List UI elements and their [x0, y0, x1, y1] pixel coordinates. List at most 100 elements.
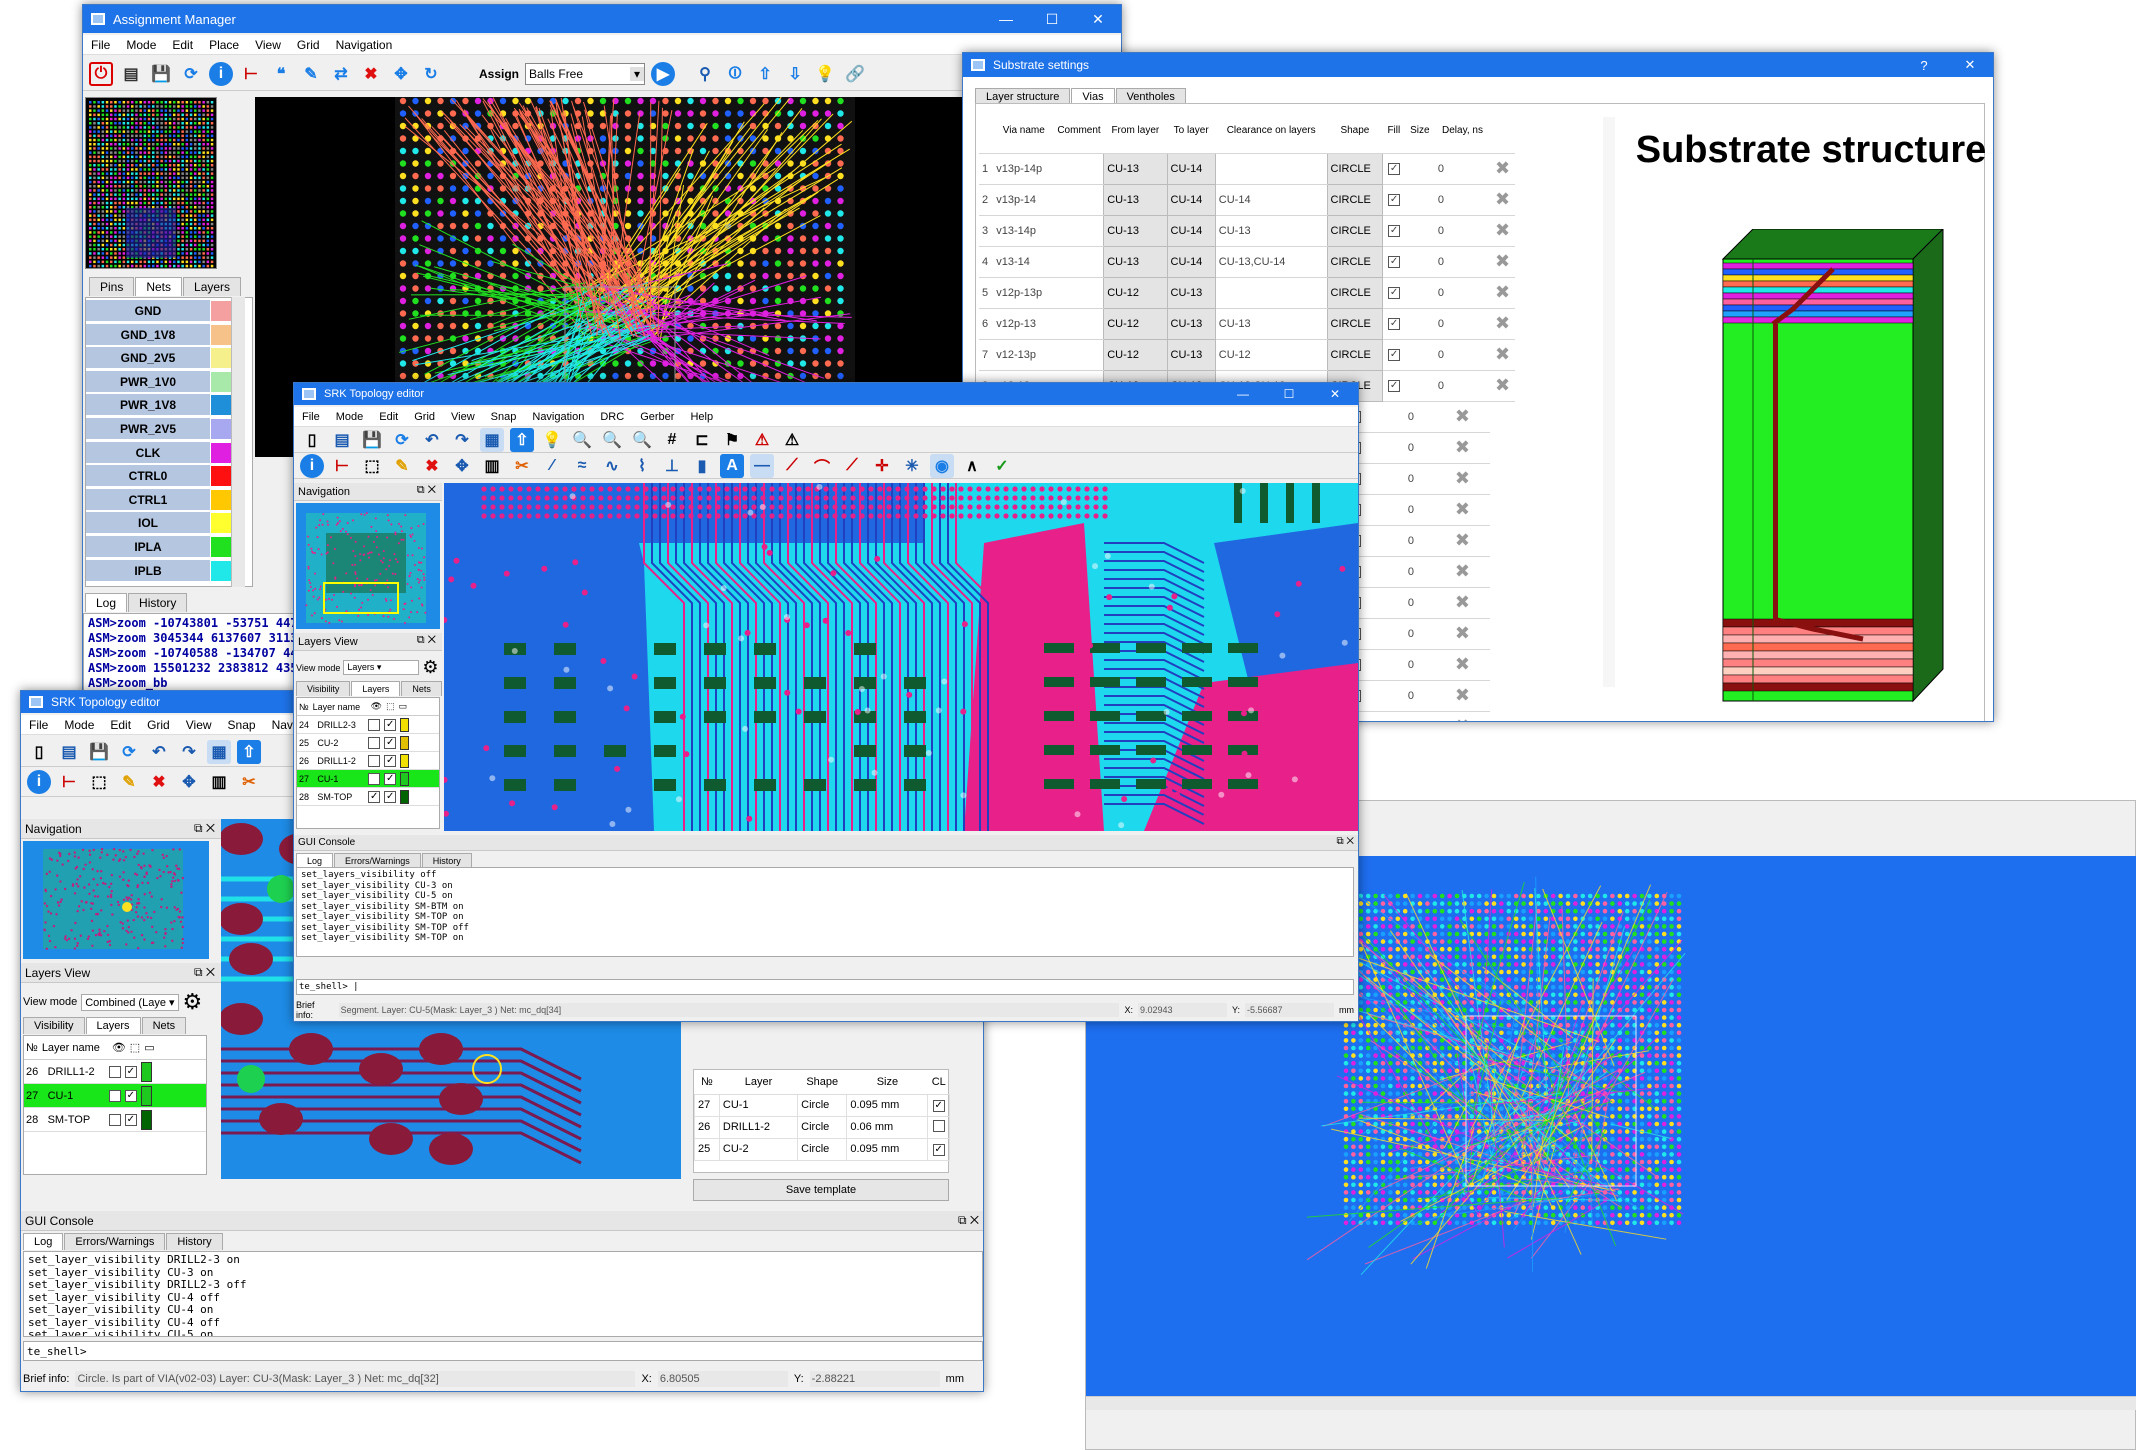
select-icon[interactable]: ⬚: [87, 770, 111, 794]
delete-row-icon[interactable]: ✖: [1434, 649, 1491, 681]
visibility-checkbox[interactable]: ✓: [368, 790, 381, 803]
info-icon[interactable]: i: [209, 61, 233, 86]
close-icon[interactable]: ⧉ ✕: [958, 1213, 979, 1228]
measure-icon[interactable]: ⊢: [330, 454, 354, 478]
save-template-button[interactable]: Save template: [693, 1179, 949, 1201]
net-row[interactable]: IOL: [86, 512, 232, 535]
net-row[interactable]: PWR_2V5: [86, 418, 232, 440]
tab-layers[interactable]: Layers: [85, 1017, 141, 1034]
layer-color-swatch[interactable]: [400, 717, 410, 732]
clearance-cell[interactable]: CU-13,CU-14: [1215, 246, 1328, 278]
delete-icon[interactable]: ✖: [147, 770, 171, 794]
size-cell[interactable]: [1404, 339, 1435, 371]
comment-cell[interactable]: [1054, 215, 1104, 247]
size-cell[interactable]: [1382, 463, 1405, 495]
clearance-cell[interactable]: CU-14: [1215, 184, 1328, 216]
enable-checkbox[interactable]: ✓: [384, 718, 397, 731]
link-icon[interactable]: 🔗: [843, 62, 867, 86]
layer-color-swatch[interactable]: [400, 789, 410, 804]
visibility-checkbox[interactable]: [108, 1113, 121, 1126]
tab-errors-warnings[interactable]: Errors/Warnings: [64, 1233, 166, 1250]
snap-icon[interactable]: ⇧: [237, 739, 261, 764]
from-layer-select[interactable]: CU-13: [1103, 152, 1168, 185]
from-layer-select[interactable]: CU-12: [1103, 338, 1168, 371]
save-icon[interactable]: 💾: [149, 62, 173, 86]
line-arc-icon[interactable]: ⌒: [810, 454, 834, 478]
close-icon[interactable]: ✕: [1075, 11, 1121, 28]
pad-snap-icon[interactable]: ◉: [930, 453, 954, 478]
te1-log-console[interactable]: set_layers_visibility off set_layer_visib…: [296, 867, 1354, 957]
tab-history[interactable]: History: [128, 593, 188, 612]
binoculars-icon[interactable]: ⚲: [693, 62, 717, 86]
delay-cell[interactable]: 0: [1404, 432, 1435, 464]
line-straight-icon[interactable]: —: [750, 453, 774, 478]
close-icon[interactable]: ⧉ ✕: [194, 965, 215, 980]
fill-checkbox-box[interactable]: ✓: [1388, 163, 1401, 175]
delete-icon[interactable]: ✖: [359, 62, 383, 86]
clearance-cell[interactable]: [1215, 277, 1328, 309]
layer-color-swatch[interactable]: [140, 1061, 152, 1082]
info-icon[interactable]: i: [300, 453, 324, 478]
layer-row[interactable]: 27 CU-1 ✓: [297, 770, 439, 788]
delay-cell[interactable]: 0: [1434, 277, 1491, 309]
undo-icon[interactable]: ↶: [147, 740, 171, 764]
delay-cell[interactable]: 0: [1434, 339, 1491, 371]
net-row[interactable]: IPLB: [86, 559, 232, 582]
import-icon[interactable]: ▤: [119, 62, 143, 86]
net-list-scrollbar[interactable]: [231, 297, 245, 587]
net-color-swatch[interactable]: [210, 300, 232, 322]
cl-checkbox-box[interactable]: [932, 1119, 945, 1132]
net-row[interactable]: PWR_1V0: [86, 370, 232, 393]
lightbulb-icon[interactable]: 💡: [813, 62, 837, 86]
template-row[interactable]: 27 CU-1 Circle 0.095 mm ✓: [694, 1093, 950, 1117]
grid-icon[interactable]: ▦: [480, 427, 504, 452]
fill-checkbox[interactable]: ✓: [1382, 370, 1405, 402]
net-color-swatch[interactable]: [210, 394, 232, 417]
fill-checkbox-box[interactable]: ✓: [1388, 318, 1401, 330]
assign-select[interactable]: Balls Free ▾: [525, 62, 646, 85]
te1-canvas[interactable]: [444, 483, 1358, 831]
via-name[interactable]: v13-14p: [993, 215, 1055, 247]
tab-log[interactable]: Log: [23, 1233, 64, 1250]
delete-row-icon[interactable]: ✖: [1490, 184, 1515, 216]
net-row[interactable]: CTRL0: [86, 465, 232, 488]
zoom-in-icon[interactable]: 🔍: [570, 428, 594, 452]
close-icon[interactable]: ⧉ ✕: [194, 821, 215, 836]
net-row[interactable]: CTRL1: [86, 488, 232, 511]
delete-row-icon[interactable]: ✖: [1434, 711, 1491, 721]
redo-icon[interactable]: ↷: [450, 428, 474, 452]
swap-icon[interactable]: ⇄: [329, 62, 353, 86]
shape-select[interactable]: CIRCLE: [1326, 183, 1384, 216]
save-icon[interactable]: 💾: [360, 428, 384, 452]
cut-icon[interactable]: ✂: [237, 770, 261, 794]
wave-icon[interactable]: ∿: [600, 454, 624, 478]
template-cl-checkbox[interactable]: ✓: [927, 1093, 950, 1117]
layer-color-swatch[interactable]: [140, 1109, 152, 1130]
close-icon[interactable]: ⧉ ✕: [1336, 836, 1354, 847]
visibility-checkbox[interactable]: [108, 1065, 121, 1078]
size-cell[interactable]: [1382, 432, 1405, 464]
move-icon[interactable]: ✥: [389, 62, 413, 86]
hash-grid-icon[interactable]: #: [660, 428, 684, 452]
net-color-swatch[interactable]: [210, 347, 232, 370]
visibility-checkbox[interactable]: [368, 772, 381, 785]
size-cell[interactable]: [1382, 556, 1405, 588]
net-color-swatch[interactable]: [210, 536, 232, 558]
size-cell[interactable]: [1382, 494, 1405, 526]
route-icon[interactable]: ∕: [540, 454, 564, 478]
flag-icon[interactable]: ⚑: [720, 428, 744, 452]
bga-hscroll[interactable]: [1086, 1396, 2136, 1410]
close-icon[interactable]: ✕: [1947, 57, 1993, 73]
save-icon[interactable]: 💾: [87, 740, 111, 764]
from-layer-select[interactable]: CU-13: [1103, 245, 1168, 278]
zoom-fit-icon[interactable]: 🔍: [630, 428, 654, 452]
tab-nets[interactable]: Nets: [401, 681, 442, 696]
line-any-icon[interactable]: ⟋: [840, 454, 864, 478]
size-cell[interactable]: [1404, 246, 1435, 278]
crosshair-icon[interactable]: ✛: [870, 454, 894, 478]
redo-icon[interactable]: ↷: [177, 740, 201, 764]
delete-row-icon[interactable]: ✖: [1434, 432, 1491, 464]
view-mode-select[interactable]: Combined (Laye ▾: [81, 993, 179, 1011]
shape-select[interactable]: CIRCLE: [1326, 338, 1384, 371]
delay-cell[interactable]: 0: [1434, 215, 1491, 247]
